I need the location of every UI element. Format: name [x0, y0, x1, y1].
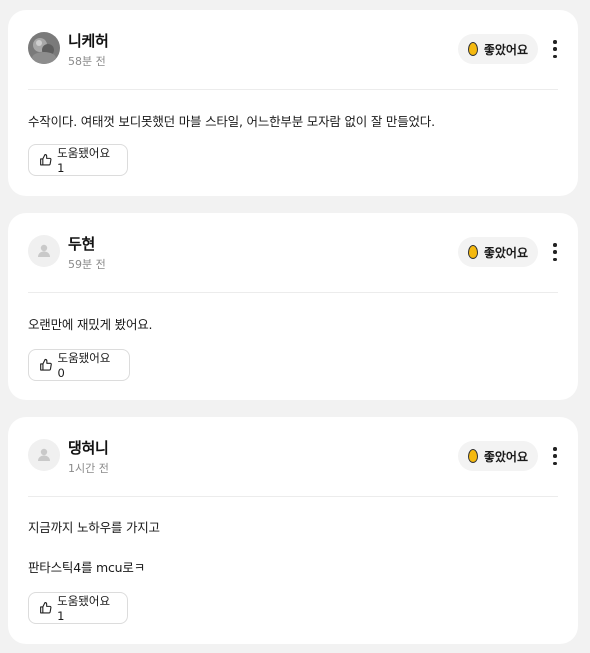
- egg-icon: [467, 449, 478, 463]
- egg-icon: [467, 42, 478, 56]
- review-card: 두현 59분 전 좋았어요 오랜만에 재밌게 봤어요. 도움됐어요 0: [8, 213, 578, 400]
- rating-label: 좋았어요: [483, 42, 528, 57]
- more-vertical-icon[interactable]: [552, 447, 558, 465]
- helpful-button[interactable]: 도움됐어요 0: [28, 349, 130, 381]
- helpful-label: 도움됐어요 1: [57, 594, 111, 623]
- review-time: 59분 전: [68, 258, 106, 271]
- rating-badge: 좋았어요: [457, 441, 538, 471]
- author-name[interactable]: 니케허: [68, 30, 109, 51]
- review-card: 댕혀니 1시간 전 좋았어요 지금까지 노하우를 가지고 판타스틱4를 mcu로…: [8, 417, 578, 644]
- avatar[interactable]: [28, 235, 60, 267]
- egg-icon: [467, 245, 478, 259]
- review-text: 오랜만에 재밌게 봤어요.: [28, 317, 153, 332]
- review-text: 수작이다. 여태껏 보디못했던 마블 스타일, 어느한부분 모자람 없이 잘 만…: [28, 114, 435, 129]
- divider: [28, 496, 558, 497]
- review-text-line-1: 지금까지 노하우를 가지고: [28, 520, 160, 535]
- helpful-button[interactable]: 도움됐어요 1: [28, 592, 128, 624]
- rating-label: 좋았어요: [483, 449, 528, 464]
- review-text-line-2: 판타스틱4를 mcu로ㅋ: [28, 560, 145, 575]
- review-time: 58분 전: [68, 55, 106, 68]
- divider: [28, 292, 558, 293]
- rating-label: 좋았어요: [483, 245, 528, 260]
- divider: [28, 89, 558, 90]
- helpful-label: 도움됐어요 1: [57, 146, 111, 175]
- avatar[interactable]: [28, 439, 60, 471]
- helpful-label: 도움됐어요 0: [57, 351, 111, 380]
- thumbs-up-icon: [40, 153, 52, 166]
- thumbs-up-icon: [40, 358, 52, 371]
- more-vertical-icon[interactable]: [552, 243, 558, 261]
- rating-badge: 좋았어요: [457, 237, 538, 267]
- rating-badge: 좋았어요: [457, 34, 538, 64]
- avatar[interactable]: [28, 32, 60, 64]
- review-time: 1시간 전: [68, 462, 109, 475]
- author-name[interactable]: 댕혀니: [68, 437, 109, 458]
- author-name[interactable]: 두현: [68, 233, 95, 254]
- thumbs-up-icon: [40, 601, 52, 614]
- helpful-button[interactable]: 도움됐어요 1: [28, 144, 128, 176]
- more-vertical-icon[interactable]: [552, 40, 558, 58]
- review-card: 니케허 58분 전 좋았어요 수작이다. 여태껏 보디못했던 마블 스타일, 어…: [8, 10, 578, 196]
